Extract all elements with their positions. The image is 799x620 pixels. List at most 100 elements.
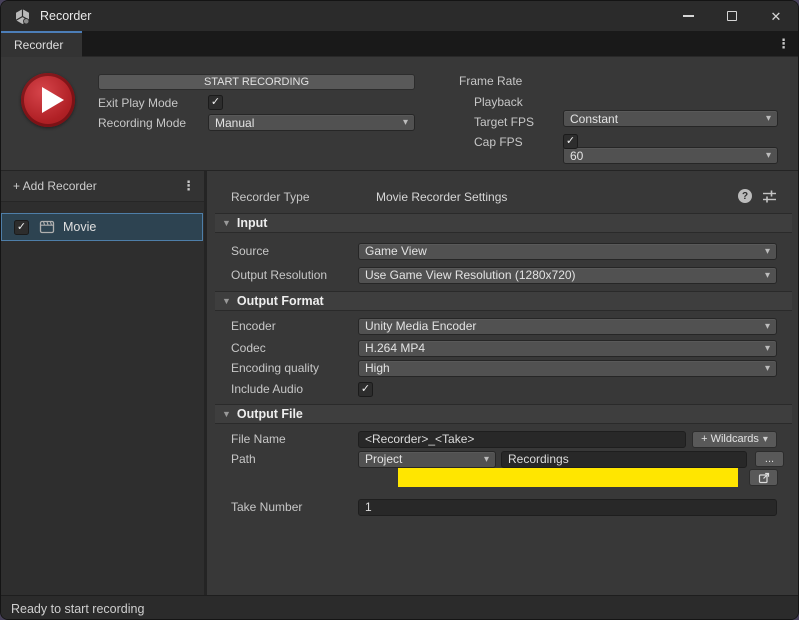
start-recording-button[interactable]: START RECORDING <box>98 74 415 90</box>
include-audio-checkbox[interactable]: ✓ <box>358 382 373 397</box>
source-label: Source <box>231 244 358 258</box>
take-number-row: Take Number <box>231 498 777 516</box>
recording-mode-value: Manual <box>215 116 399 130</box>
section-header-output-file[interactable]: ▼ Output File <box>215 404 792 424</box>
output-resolution-row: Output Resolution Use Game View Resoluti… <box>231 266 777 284</box>
path-row: Path Project ▾ ... <box>231 450 784 468</box>
exit-play-mode-label: Exit Play Mode <box>98 96 178 110</box>
source-value: Game View <box>365 244 761 258</box>
recording-mode-label: Recording Mode <box>98 116 186 130</box>
cap-fps-checkbox[interactable]: ✓ <box>563 134 578 149</box>
maximize-icon <box>727 11 737 21</box>
target-fps-dropdown[interactable]: 60 ▾ <box>563 147 778 164</box>
playback-label: Playback <box>474 95 523 109</box>
file-name-label: File Name <box>231 432 358 446</box>
sidebar-header: + Add Recorder ⋮ <box>1 171 204 202</box>
open-output-location-button[interactable] <box>749 469 778 486</box>
chevron-down-icon: ▾ <box>765 270 770 281</box>
check-icon: ✓ <box>17 222 26 233</box>
output-path-preview-highlight <box>398 468 738 487</box>
unity-logo-icon <box>14 8 31 25</box>
encoding-quality-value: High <box>365 361 761 375</box>
source-dropdown[interactable]: Game View ▾ <box>358 243 777 260</box>
section-title: Input <box>237 216 268 230</box>
section-title: Output Format <box>237 294 324 308</box>
check-icon: ✓ <box>361 384 370 395</box>
codec-value: H.264 MP4 <box>365 341 761 355</box>
recorder-list-kebab-icon[interactable]: ⋮ <box>182 178 195 194</box>
title-bar: Recorder ✕ <box>1 1 798 31</box>
cap-fps-label: Cap FPS <box>474 135 523 149</box>
chevron-down-icon: ▾ <box>766 150 771 161</box>
browse-path-button[interactable]: ... <box>755 451 784 467</box>
include-audio-label: Include Audio <box>231 382 358 396</box>
minimize-button[interactable] <box>666 1 710 31</box>
record-play-button[interactable] <box>21 73 75 127</box>
encoding-quality-dropdown[interactable]: High ▾ <box>358 360 777 377</box>
codec-label: Codec <box>231 341 358 355</box>
playback-dropdown[interactable]: Constant ▾ <box>563 110 778 127</box>
add-recorder-button[interactable]: + Add Recorder <box>13 179 97 193</box>
codec-row: Codec H.264 MP4 ▾ <box>231 339 777 357</box>
window-controls: ✕ <box>666 1 798 31</box>
tab-strip: Recorder ⋮ <box>1 31 798 57</box>
check-icon: ✓ <box>566 136 575 147</box>
help-glyph: ? <box>742 191 748 202</box>
foldout-icon: ▼ <box>222 409 231 419</box>
chevron-down-icon: ▾ <box>403 117 408 128</box>
close-icon: ✕ <box>771 10 782 23</box>
help-icon[interactable]: ? <box>738 189 752 203</box>
ellipsis-label: ... <box>765 453 774 465</box>
source-row: Source Game View ▾ <box>231 242 777 260</box>
recorder-window: Recorder ✕ Recorder ⋮ START RECORDING Ex… <box>0 0 799 620</box>
recorder-list-sidebar: + Add Recorder ⋮ ✓ Movie <box>1 171 204 595</box>
chevron-down-icon: ▾ <box>765 246 770 257</box>
encoder-dropdown[interactable]: Unity Media Encoder ▾ <box>358 318 777 335</box>
foldout-icon: ▼ <box>222 296 231 306</box>
target-fps-value: 60 <box>570 149 762 163</box>
wildcards-label: + Wildcards <box>701 433 759 445</box>
file-name-input[interactable] <box>358 431 686 448</box>
path-input[interactable] <box>501 451 747 468</box>
open-external-icon <box>758 472 770 484</box>
take-number-input[interactable] <box>358 499 777 516</box>
encoding-quality-row: Encoding quality High ▾ <box>231 359 777 377</box>
foldout-icon: ▼ <box>222 218 231 228</box>
check-icon: ✓ <box>211 97 220 108</box>
tab-menu-kebab-icon[interactable]: ⋮ <box>777 36 790 52</box>
recorder-type-label: Recorder Type <box>231 190 376 204</box>
section-header-input[interactable]: ▼ Input <box>215 213 792 233</box>
chevron-down-icon: ▾ <box>765 321 770 332</box>
output-resolution-dropdown[interactable]: Use Game View Resolution (1280x720) ▾ <box>358 267 777 284</box>
movie-enabled-checkbox[interactable]: ✓ <box>14 220 29 235</box>
path-root-value: Project <box>365 452 480 466</box>
file-name-row: File Name + Wildcards ▾ <box>231 430 777 448</box>
encoding-quality-label: Encoding quality <box>231 361 358 375</box>
recorder-item-label: Movie <box>63 220 96 234</box>
preset-icon[interactable] <box>761 188 778 205</box>
chevron-down-icon: ▾ <box>484 454 489 465</box>
section-header-output-format[interactable]: ▼ Output Format <box>215 291 792 311</box>
tab-recorder[interactable]: Recorder <box>1 31 82 57</box>
close-button[interactable]: ✕ <box>754 1 798 31</box>
frame-rate-title: Frame Rate <box>459 74 522 88</box>
encoder-row: Encoder Unity Media Encoder ▾ <box>231 317 777 335</box>
chevron-down-icon: ▾ <box>765 363 770 374</box>
recorder-list-item-movie[interactable]: ✓ Movie <box>1 213 203 241</box>
include-audio-row: Include Audio ✓ <box>231 380 373 398</box>
recorder-settings-panel: Recorder Type Movie Recorder Settings ? … <box>207 171 798 595</box>
recorder-toolbar: START RECORDING Exit Play Mode ✓ Recordi… <box>1 57 798 171</box>
exit-play-mode-checkbox[interactable]: ✓ <box>208 95 223 110</box>
status-bar: Ready to start recording <box>1 595 798 620</box>
recording-mode-dropdown[interactable]: Manual ▾ <box>208 114 415 131</box>
maximize-button[interactable] <box>710 1 754 31</box>
output-resolution-value: Use Game View Resolution (1280x720) <box>365 268 761 282</box>
encoder-value: Unity Media Encoder <box>365 319 761 333</box>
status-message: Ready to start recording <box>11 602 144 616</box>
codec-dropdown[interactable]: H.264 MP4 ▾ <box>358 340 777 357</box>
section-title: Output File <box>237 407 303 421</box>
path-root-dropdown[interactable]: Project ▾ <box>358 451 496 468</box>
chevron-down-icon: ▾ <box>763 434 768 445</box>
recorder-type-value: Movie Recorder Settings <box>376 190 507 204</box>
wildcards-button[interactable]: + Wildcards ▾ <box>692 431 777 448</box>
